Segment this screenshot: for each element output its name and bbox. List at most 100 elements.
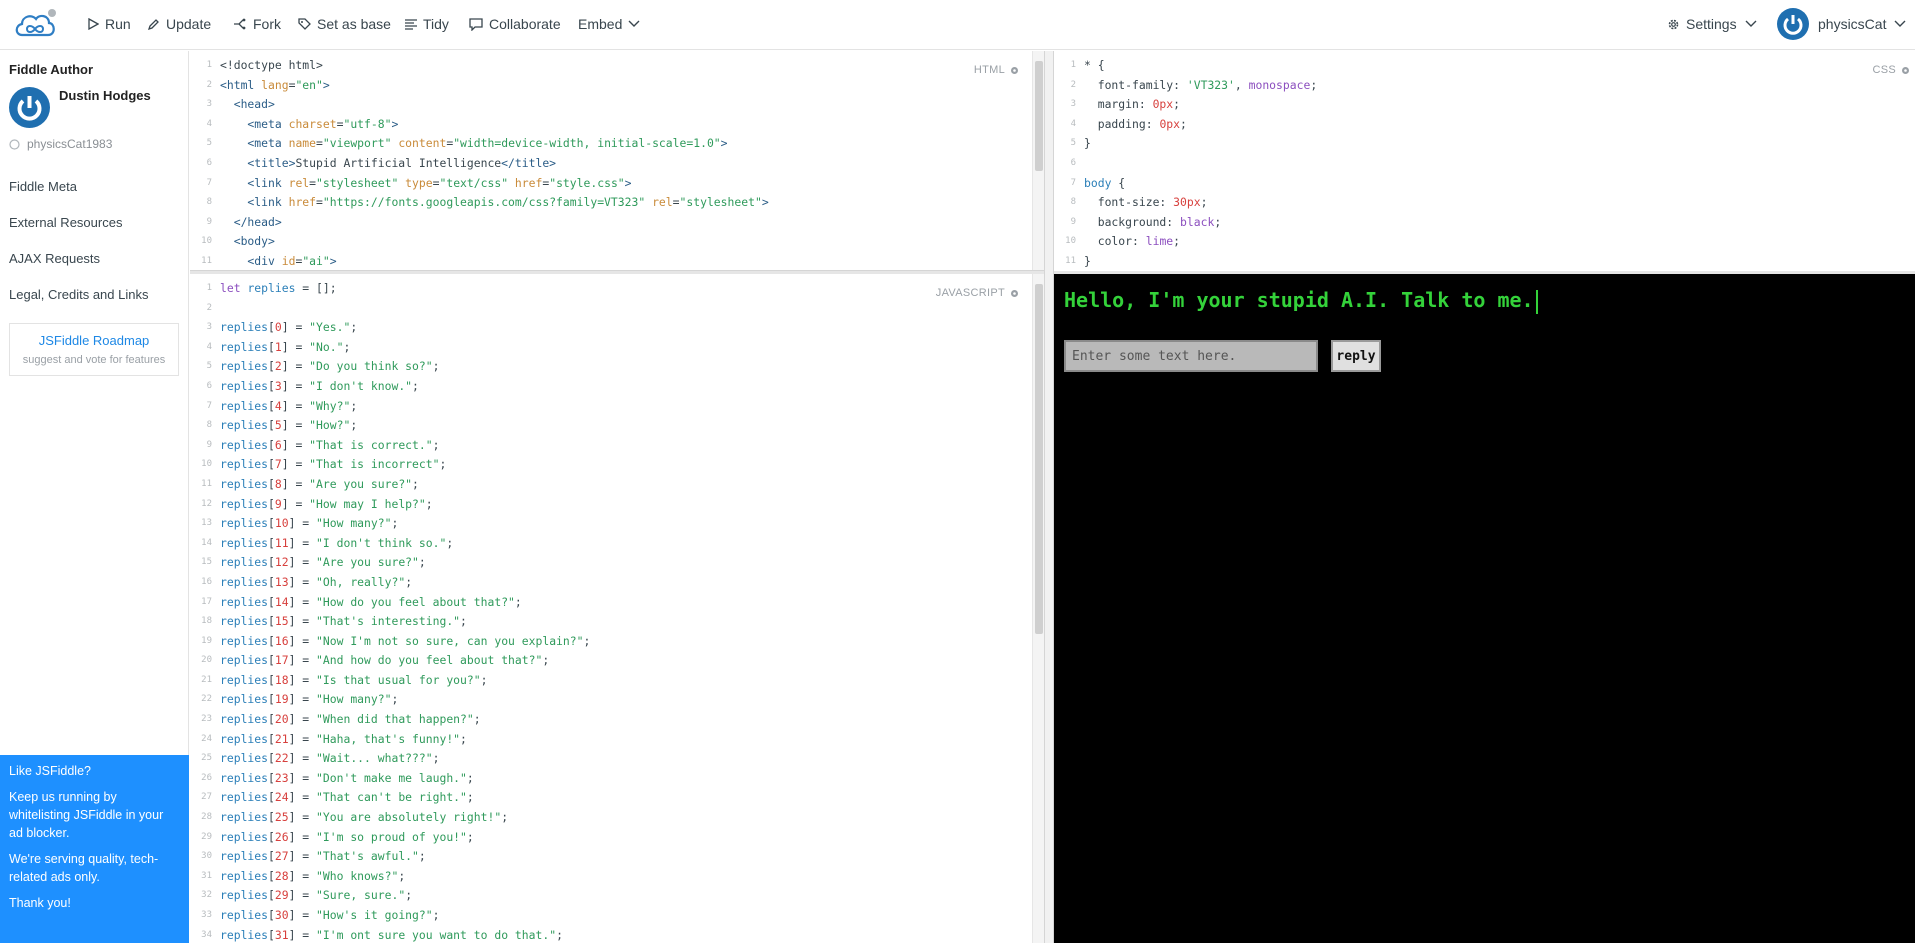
- code-line[interactable]: 7 replies[4] = "Why?";: [190, 397, 1044, 417]
- embed-button[interactable]: Embed: [578, 0, 646, 48]
- javascript-scrollbar[interactable]: [1032, 274, 1044, 943]
- code-line[interactable]: 10 <body>: [190, 232, 1044, 252]
- code-line[interactable]: 3 <head>: [190, 95, 1044, 115]
- user-avatar[interactable]: [1777, 8, 1809, 40]
- code-line[interactable]: 18 replies[15] = "That's interesting.";: [190, 612, 1044, 632]
- code-line[interactable]: 9 background: black;: [1054, 213, 1915, 233]
- code-line[interactable]: 26 replies[23] = "Don't make me laugh.";: [190, 769, 1044, 789]
- code-token: 26: [274, 829, 289, 844]
- html-pane-label[interactable]: HTML: [974, 64, 1020, 76]
- tidy-button[interactable]: Tidy: [405, 0, 449, 48]
- author-name[interactable]: Dustin Hodges: [59, 88, 151, 103]
- code-line[interactable]: 1 <!doctype html>: [190, 56, 1044, 76]
- user-menu[interactable]: physicsCat: [1818, 0, 1912, 48]
- author-handle[interactable]: physicsCat1983: [9, 137, 112, 151]
- fork-icon: [234, 18, 246, 30]
- reply-button[interactable]: reply: [1331, 340, 1381, 372]
- code-line[interactable]: 15 replies[12] = "Are you sure?";: [190, 553, 1044, 573]
- code-line[interactable]: 8 replies[5] = "How?";: [190, 416, 1044, 436]
- html-editor[interactable]: 1 <!doctype html> 2 <html lang="en"> 3 <head…: [190, 51, 1044, 271]
- code-line[interactable]: 14 replies[11] = "I don't think so.";: [190, 534, 1044, 554]
- code-token: [: [268, 888, 275, 903]
- javascript-code[interactable]: 1 let replies = []; 2 3 replies[0] = "Yes.";…: [190, 279, 1044, 943]
- code-line[interactable]: 24 replies[21] = "Haha, that's funny!";: [190, 730, 1044, 750]
- code-line[interactable]: 32 replies[29] = "Sure, sure.";: [190, 886, 1044, 906]
- code-line[interactable]: 2 <html lang="en">: [190, 76, 1044, 96]
- code-line[interactable]: 13 replies[10] = "How many?";: [190, 514, 1044, 534]
- code-line[interactable]: 1 let replies = [];: [190, 279, 1044, 299]
- code-line[interactable]: 1 * {: [1054, 56, 1915, 76]
- code-line[interactable]: 31 replies[28] = "Who knows?";: [190, 867, 1044, 887]
- fork-button[interactable]: Fork: [233, 0, 281, 48]
- code-line[interactable]: 33 replies[30] = "How's it going?";: [190, 906, 1044, 926]
- code-line[interactable]: 19 replies[16] = "Now I'm not so sure, ca…: [190, 632, 1044, 652]
- code-line[interactable]: 34 replies[31] = "I'm ont sure you want t…: [190, 926, 1044, 943]
- code-line[interactable]: 10 color: lime;: [1054, 232, 1915, 252]
- roadmap-link[interactable]: JSFiddle Roadmap suggest and vote for fe…: [9, 323, 179, 376]
- code-token: 12: [274, 555, 289, 570]
- code-line[interactable]: 28 replies[25] = "You are absolutely righ…: [190, 808, 1044, 828]
- code-line[interactable]: 5 <meta name="viewport" content="width=d…: [190, 134, 1044, 154]
- code-line[interactable]: 29 replies[26] = "I'm so proud of you!";: [190, 828, 1044, 848]
- code-line[interactable]: 21 replies[18] = "Is that usual for you?"…: [190, 671, 1044, 691]
- code-line[interactable]: 16 replies[13] = "Oh, really?";: [190, 573, 1044, 593]
- code-line[interactable]: 12 replies[9] = "How may I help?";: [190, 495, 1044, 515]
- code-line[interactable]: 7 body {: [1054, 174, 1915, 194]
- code-line[interactable]: 10 replies[7] = "That is incorrect";: [190, 455, 1044, 475]
- settings-button[interactable]: Settings: [1667, 0, 1763, 48]
- update-button[interactable]: Update: [147, 0, 211, 48]
- html-code[interactable]: 1 <!doctype html> 2 <html lang="en"> 3 <head…: [190, 56, 1044, 270]
- code-line[interactable]: 22 replies[19] = "How many?";: [190, 690, 1044, 710]
- code-line[interactable]: 25 replies[22] = "Wait... what???";: [190, 749, 1044, 769]
- css-editor[interactable]: 1 * {2 font-family: 'VT323', monospace; 3 …: [1054, 51, 1915, 271]
- code-line[interactable]: 9 </head>: [190, 213, 1044, 233]
- code-line[interactable]: 5}: [1054, 134, 1915, 154]
- code-line[interactable]: 3 replies[0] = "Yes.";: [190, 318, 1044, 338]
- run-button[interactable]: Run: [87, 0, 131, 48]
- code-token: replies: [220, 320, 269, 335]
- sidebar-item-legal[interactable]: Legal, Credits and Links: [9, 287, 148, 302]
- code-line[interactable]: 4 replies[1] = "No.";: [190, 338, 1044, 358]
- collaborate-button[interactable]: Collaborate: [469, 0, 561, 48]
- css-pane-label[interactable]: CSS: [1872, 64, 1911, 76]
- code-line[interactable]: 4 <meta charset="utf-8">: [190, 115, 1044, 135]
- code-line[interactable]: 23 replies[20] = "When did that happen?";: [190, 710, 1044, 730]
- code-token: replies: [220, 398, 269, 413]
- code-line[interactable]: 8 <link href="https://fonts.googleapis.c…: [190, 193, 1044, 213]
- js-pane-label[interactable]: JAVASCRIPT: [936, 287, 1020, 299]
- jsfiddle-cloud-logo-icon[interactable]: [12, 7, 58, 43]
- code-line[interactable]: 3 margin: 0px;: [1054, 95, 1915, 115]
- sidebar-item-ajax-requests[interactable]: AJAX Requests: [9, 251, 100, 266]
- code-line[interactable]: 20 replies[17] = "And how do you feel abo…: [190, 651, 1044, 671]
- code-line[interactable]: 4 padding: 0px;: [1054, 115, 1915, 135]
- code-token: ;: [439, 457, 447, 472]
- line-number: 3: [206, 99, 212, 110]
- code-line[interactable]: 11 replies[8] = "Are you sure?";: [190, 475, 1044, 495]
- reply-input[interactable]: [1064, 340, 1318, 372]
- code-line[interactable]: 5 replies[2] = "Do you think so?";: [190, 357, 1044, 377]
- code-line[interactable]: 11 <div id="ai">: [190, 252, 1044, 270]
- author-avatar[interactable]: [9, 87, 50, 128]
- code-line[interactable]: 27 replies[24] = "That can't be right.";: [190, 788, 1044, 808]
- html-scrollbar[interactable]: [1032, 51, 1044, 270]
- ai-greeting-text: Hello, I'm your stupid A.I. Talk to me.: [1064, 288, 1534, 312]
- code-line[interactable]: 6 replies[3] = "I don't know.";: [190, 377, 1044, 397]
- code-line[interactable]: 2 font-family: 'VT323', monospace;: [1054, 76, 1915, 96]
- code-line[interactable]: 30 replies[27] = "That's awful.";: [190, 847, 1044, 867]
- code-token: =: [309, 175, 317, 190]
- code-line[interactable]: 7 <link rel="stylesheet" type="text/css"…: [190, 174, 1044, 194]
- code-line[interactable]: 8 font-size: 30px;: [1054, 193, 1915, 213]
- code-line[interactable]: 6 <title>Stupid Artificial Intelligence<…: [190, 154, 1044, 174]
- code-line[interactable]: 17 replies[14] = "How do you feel about t…: [190, 593, 1044, 613]
- result-preview[interactable]: Hello, I'm your stupid A.I. Talk to me. …: [1054, 274, 1915, 943]
- sidebar-item-external-resources[interactable]: External Resources: [9, 215, 122, 230]
- set-as-base-button[interactable]: Set as base: [298, 0, 391, 48]
- css-code[interactable]: 1 * {2 font-family: 'VT323', monospace; 3 …: [1054, 56, 1915, 271]
- code-line[interactable]: 2: [190, 299, 1044, 319]
- code-line[interactable]: 9 replies[6] = "That is correct.";: [190, 436, 1044, 456]
- javascript-editor[interactable]: 1 let replies = []; 2 3 replies[0] = "Yes.";…: [190, 274, 1044, 943]
- vertical-pane-divider[interactable]: [1044, 51, 1054, 943]
- code-line[interactable]: 6: [1054, 154, 1915, 174]
- sidebar-item-fiddle-meta[interactable]: Fiddle Meta: [9, 179, 77, 194]
- code-line[interactable]: 11}: [1054, 252, 1915, 271]
